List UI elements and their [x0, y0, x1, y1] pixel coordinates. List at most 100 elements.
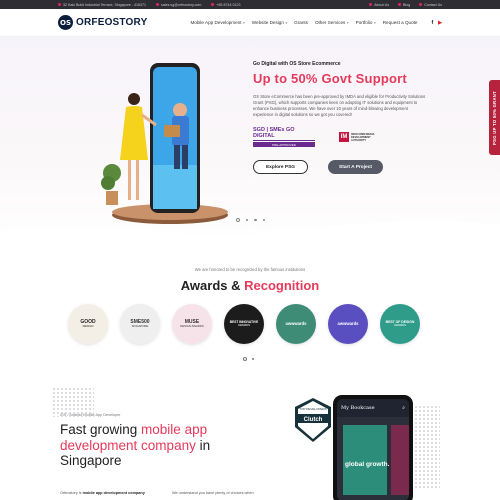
- awards-carousel: GOOD DESIGN SME500 SINGAPORE MUSE DESIGN AW…: [68, 304, 420, 344]
- award-badge: SME500 SINGAPORE: [120, 304, 160, 344]
- award-sub: AWARDS: [237, 323, 251, 328]
- award-sub: DESIGN: [82, 324, 94, 329]
- section-title: Fast growing mobile app development comp…: [60, 422, 240, 469]
- clutch-top-text: TOP DEVELOPERS: [299, 407, 326, 411]
- hero-buttons: Explore PSG Start A Project: [253, 160, 428, 175]
- nav-label: Mobile App Development: [190, 20, 242, 25]
- intro-text: Orfeostory is mobile app development com…: [60, 491, 160, 495]
- psg-grant-side-tab[interactable]: PSG UP TO 50% GRANT: [489, 80, 500, 155]
- award-badge: MUSE DESIGN AWARDS: [172, 304, 212, 344]
- nav-other-services[interactable]: Other Services ▾: [315, 20, 349, 25]
- nav-portfolio[interactable]: Portfolio ▾: [356, 20, 376, 25]
- youtube-icon[interactable]: ▶: [438, 20, 442, 26]
- hero-wave-divider: [0, 220, 500, 247]
- blog-label: Blog: [403, 2, 411, 7]
- phone-item[interactable]: +65 8744 0123: [211, 3, 240, 7]
- email-icon: [156, 3, 160, 6]
- phone-screen: My Bookcase ⌕ global growth.: [337, 399, 409, 500]
- clutch-name-text: Clutch: [304, 417, 323, 423]
- social-links: f ▶: [431, 20, 442, 26]
- phone-header: My Bookcase ⌕: [337, 399, 409, 417]
- contact-label: Contact Us: [424, 2, 442, 7]
- chevron-down-icon: ▾: [285, 20, 288, 25]
- explore-psg-button[interactable]: Explore PSG: [253, 160, 308, 175]
- nav-label: Request a Quote: [382, 20, 418, 25]
- smes-go-digital-badge: SGD | SMEs GO DIGITAL PRE-APPROVED: [253, 127, 315, 148]
- carousel-dot[interactable]: [243, 357, 247, 361]
- nav-label: Grants: [294, 20, 308, 25]
- award-badge: awwwards: [328, 304, 368, 344]
- hero-kicker: Go Digital with OS Store Ecommerce: [253, 61, 341, 67]
- intro-pre: Orfeostory is: [60, 491, 83, 495]
- hero-section: Go Digital with OS Store Ecommerce Up to…: [0, 37, 500, 247]
- award-sub: AWARDS: [393, 323, 407, 328]
- choices-text: We understand you have plenty of choices…: [172, 491, 254, 495]
- imda-badge: IM INFOCOMM MEDIA DEVELOPMENT AUTHORITY: [339, 132, 381, 143]
- imda-logo-icon: IM: [339, 132, 349, 143]
- awards-title-amp: &: [227, 278, 245, 293]
- hero-illustration: [101, 63, 228, 224]
- nav-request-quote[interactable]: Request a Quote: [383, 20, 418, 25]
- nav-label: Other Services: [314, 20, 346, 25]
- award-sub: SINGAPORE: [131, 324, 149, 329]
- contact-icon: [419, 3, 423, 6]
- awards-title-a: Awards: [180, 278, 228, 293]
- chevron-down-icon: ▾: [373, 20, 376, 25]
- hero-copy: Go Digital with OS Store Ecommerce Up to…: [253, 61, 428, 175]
- main-header: OS ORFEOSTORY Mobile App Development ▾ We…: [0, 9, 500, 37]
- section-kicker: iOS / Android Mobile App Developer: [60, 413, 121, 417]
- intro-bold: mobile app development company: [82, 491, 145, 495]
- book-title: global growth.: [345, 461, 390, 468]
- award-badge: BEST OF DESIGN AWARDS: [380, 304, 420, 344]
- chevron-down-icon: ▾: [243, 20, 245, 25]
- facebook-icon[interactable]: f: [431, 20, 433, 26]
- book-cover: [343, 425, 387, 495]
- nav-mobile-app[interactable]: Mobile App Development ▾: [190, 20, 244, 25]
- award-badge: awwwards: [276, 304, 316, 344]
- email-link[interactable]: sales.sg@orfeostory.com: [161, 3, 201, 7]
- hero-badges: SGD | SMEs GO DIGITAL PRE-APPROVED IM IN…: [253, 127, 428, 148]
- logo[interactable]: OS ORFEOSTORY: [58, 15, 147, 30]
- title-part-a: Fast growing: [60, 422, 142, 437]
- awards-subtitle: We are honored to be recognized by the f…: [194, 267, 306, 272]
- dot-pattern: [410, 405, 440, 490]
- book-cover: [391, 425, 409, 495]
- award-badge: GOOD DESIGN: [68, 304, 108, 344]
- side-tab-label: PSG UP TO 50% GRANT: [492, 90, 497, 145]
- bookcase-phone-mockup: My Bookcase ⌕ global growth.: [333, 395, 413, 500]
- imda-text: INFOCOMM MEDIA DEVELOPMENT AUTHORITY: [351, 132, 375, 142]
- sgd-sub: PRE-APPROVED: [253, 142, 315, 148]
- logo-text: ORFEOSTORY: [76, 17, 148, 28]
- award-main: awwwards: [337, 321, 359, 327]
- address-text: 32 Kaki Bukit Industrial Terrace, Singap…: [63, 2, 147, 7]
- awards-title-b: Recognition: [244, 278, 320, 293]
- top-bar: 32 Kaki Bukit Industrial Terrace, Singap…: [0, 0, 500, 9]
- mobile-app-section: iOS / Android Mobile App Developer Fast …: [0, 375, 500, 500]
- start-project-button[interactable]: Start A Project: [328, 160, 383, 175]
- contact-link[interactable]: Contact Us: [419, 3, 442, 7]
- hero-description: OS Store eCommerce has been pre-approved…: [253, 94, 426, 118]
- nav-website-design[interactable]: Website Design ▾: [252, 20, 287, 25]
- award-sub: DESIGN AWARDS: [180, 324, 204, 329]
- carousel-dot[interactable]: [252, 357, 255, 361]
- sgd-main: SGD | SMEs GO DIGITAL: [253, 127, 315, 142]
- blog-link[interactable]: Blog: [398, 3, 410, 7]
- phone-icon: [211, 3, 215, 6]
- blog-icon: [398, 3, 402, 6]
- nav-grants[interactable]: Grants: [294, 20, 308, 25]
- phone-link[interactable]: +65 8744 0123: [216, 3, 240, 7]
- awards-title: Awards & Recognition: [0, 278, 500, 293]
- hero-title: Up to 50% Govt Support: [253, 71, 407, 86]
- email-item[interactable]: sales.sg@orfeostory.com: [156, 3, 201, 7]
- search-icon: ⌕: [402, 405, 405, 411]
- awards-carousel-dots: [243, 357, 255, 361]
- main-nav: Mobile App Development ▾ Website Design ▾ …: [190, 20, 442, 26]
- chevron-down-icon: ▾: [346, 20, 349, 25]
- about-label: About Us: [374, 2, 390, 7]
- about-link[interactable]: About Us: [369, 3, 389, 7]
- clutch-badge-icon: TOP DEVELOPERS Clutch: [295, 398, 331, 442]
- award-main: awwwards: [285, 321, 307, 327]
- info-icon: [369, 3, 373, 6]
- nav-label: Portfolio: [355, 20, 373, 25]
- nav-label: Website Design: [251, 20, 284, 25]
